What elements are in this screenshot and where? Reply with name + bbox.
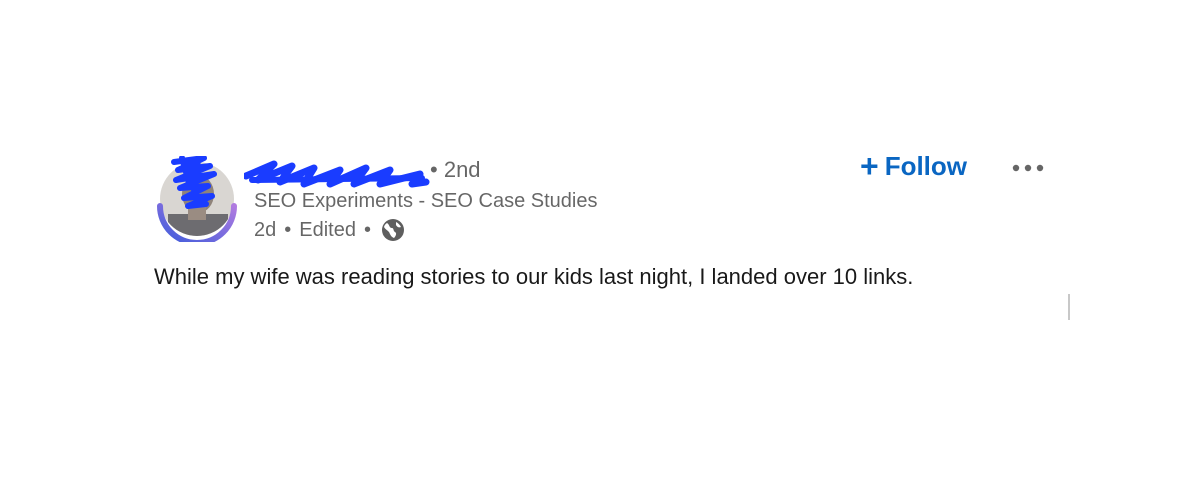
more-options-icon[interactable]: [1010, 158, 1050, 178]
connection-degree: • 2nd: [430, 157, 481, 183]
degree-label: 2nd: [443, 157, 481, 182]
post-meta: 2d • Edited •: [254, 218, 405, 242]
author-avatar[interactable]: [154, 156, 240, 242]
plus-icon: +: [860, 148, 879, 184]
author-name-redacted[interactable]: [242, 154, 430, 193]
degree-separator: •: [430, 157, 438, 182]
meta-separator: •: [363, 218, 371, 241]
post-time: 2d: [254, 218, 277, 241]
globe-icon: [381, 218, 405, 242]
scrollbar-indicator: [1068, 294, 1070, 320]
meta-separator: •: [284, 218, 292, 241]
edited-label: Edited: [299, 218, 356, 241]
post-text: While my wife was reading stories to our…: [154, 264, 914, 289]
follow-button[interactable]: + Follow: [860, 150, 967, 182]
follow-label: Follow: [884, 150, 968, 181]
author-headline: SEO Experiments - SEO Case Studies: [254, 190, 598, 212]
feed-post: • 2nd SEO Experiments - SEO Case Studies…: [0, 0, 1200, 488]
